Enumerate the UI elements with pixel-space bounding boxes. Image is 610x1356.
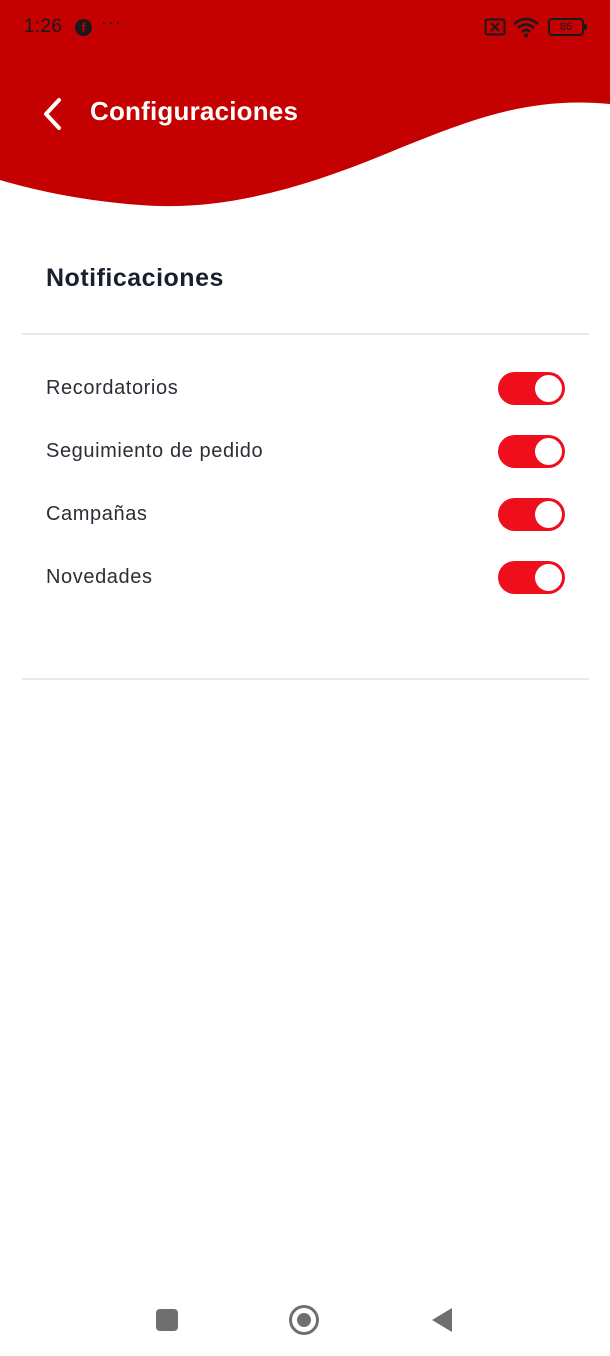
battery-icon: 86 [548,18,587,36]
notification-settings-list: Recordatorios Seguimiento de pedido Camp… [0,357,610,609]
facebook-icon: f [75,19,92,36]
setting-label: Recordatorios [46,377,179,399]
toggle-knob [535,375,562,402]
toggle-campanas[interactable] [498,498,565,531]
back-icon[interactable] [431,1307,453,1333]
setting-label: Novedades [46,566,153,588]
status-time: 1:26 [24,16,63,37]
back-button[interactable] [30,92,74,136]
toggle-knob [535,438,562,465]
chevron-left-icon [44,98,61,130]
status-bar: 1:26 f ··· 86 [0,0,610,56]
setting-label: Seguimiento de pedido [46,440,264,462]
toggle-knob [535,501,562,528]
setting-row-campanas: Campañas [0,483,610,546]
wifi-icon [513,17,539,38]
toggle-recordatorios[interactable] [498,372,565,405]
toggle-seguimiento-de-pedido[interactable] [498,435,565,468]
setting-row-seguimiento-de-pedido: Seguimiento de pedido [0,420,610,483]
home-icon[interactable] [289,1305,319,1335]
header: 1:26 f ··· 86 Configuraciones [0,0,610,230]
divider [22,333,589,335]
setting-label: Campañas [46,503,148,525]
toggle-novedades[interactable] [498,561,565,594]
page-title: Configuraciones [90,96,299,126]
setting-row-novedades: Novedades [0,546,610,609]
toggle-knob [535,564,562,591]
recent-apps-icon[interactable] [156,1309,178,1331]
more-notifications-icon: ··· [101,12,122,32]
sim-disabled-icon [484,18,506,36]
divider [22,678,589,680]
setting-row-recordatorios: Recordatorios [0,357,610,420]
section-title: Notificaciones [46,264,224,292]
